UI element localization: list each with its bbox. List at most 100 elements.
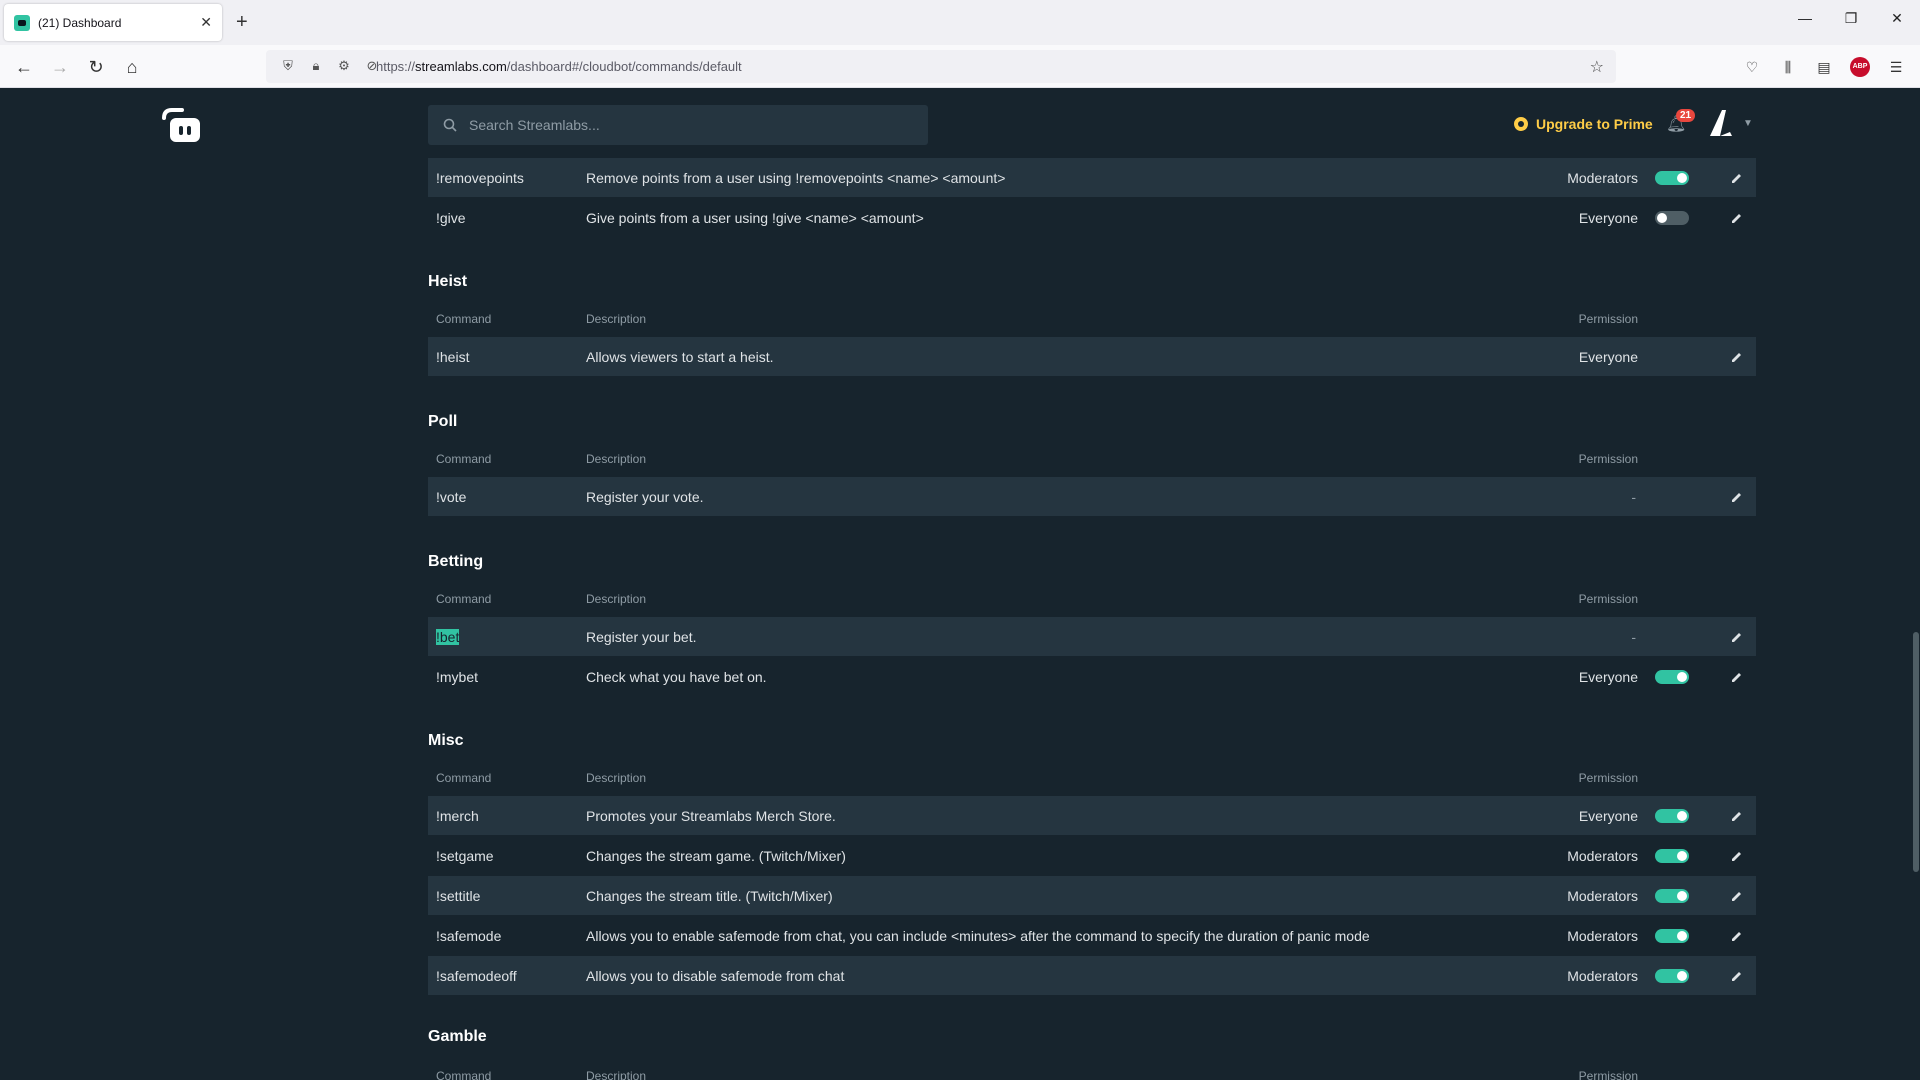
table-header: Command Description Permission (428, 1069, 1756, 1080)
edit-pencil-icon[interactable] (1730, 171, 1744, 185)
browser-nav-bar: ← → ↻ ⌂ ⛨ 🔒︎ ⚙ ⊘ https://streamlabs.com /… (0, 45, 1920, 88)
url-path: /dashboard#/cloudbot/commands/default (506, 59, 742, 74)
library-icon[interactable]: ⫼ (1778, 57, 1798, 77)
menu-icon[interactable]: ☰ (1886, 57, 1906, 77)
avatar[interactable] (1706, 106, 1736, 140)
streamlabs-page: Upgrade to Prime 🔔︎ 21 ▼ !removepoints R… (0, 88, 1920, 1080)
command-name: !safemode (436, 927, 502, 944)
command-permission: Everyone (1578, 807, 1638, 824)
command-description: Check what you have bet on. (586, 668, 767, 685)
lock-icon[interactable]: 🔒︎ (308, 58, 324, 74)
column-header-permission: Permission (1578, 452, 1638, 466)
table-header: Command Description Permission (428, 452, 1756, 472)
url-bar[interactable]: ⛨ 🔒︎ ⚙ ⊘ https://streamlabs.com/dashboar… (266, 50, 1616, 83)
column-header-description: Description (586, 592, 647, 606)
permissions-icon[interactable]: ⚙ (336, 58, 352, 74)
section-title-heist: Heist (428, 273, 468, 290)
shield-icon[interactable]: ⛨ (280, 58, 296, 74)
page-scrollbar[interactable] (1912, 88, 1920, 1080)
adblock-icon[interactable]: ABP (1850, 57, 1870, 77)
command-name: !heist (436, 348, 470, 365)
close-tab-icon[interactable]: ✕ (200, 14, 212, 31)
home-icon[interactable]: ⌂ (120, 55, 144, 79)
upgrade-to-prime-button[interactable]: Upgrade to Prime (1514, 116, 1653, 132)
url-host: streamlabs.com (415, 59, 507, 74)
command-name: !safemodeoff (436, 967, 517, 984)
command-enabled-toggle[interactable] (1655, 210, 1689, 225)
sidebar-icon[interactable]: ▤ (1814, 57, 1834, 77)
table-row: !give Give points from a user using !giv… (428, 198, 1756, 237)
tab-title: (21) Dashboard (38, 15, 122, 30)
edit-pencil-icon[interactable] (1730, 211, 1744, 225)
browser-tab-bar: (21) Dashboard ✕ + — ❐ ✕ (0, 0, 1920, 45)
command-name: !settitle (436, 887, 481, 904)
section-title-poll: Poll (428, 413, 458, 430)
command-enabled-toggle[interactable] (1655, 888, 1689, 903)
table-row: !settitle Changes the stream title. (Twi… (428, 876, 1756, 915)
table-row: !bet Register your bet. - (428, 617, 1756, 656)
browser-tab[interactable]: (21) Dashboard ✕ (4, 4, 222, 41)
scrollbar-thumb[interactable] (1913, 632, 1919, 872)
prime-icon (1514, 117, 1528, 131)
edit-pencil-icon[interactable] (1730, 490, 1744, 504)
command-enabled-toggle[interactable] (1655, 808, 1689, 823)
column-header-description: Description (586, 1069, 647, 1080)
pocket-icon[interactable]: ♡ (1742, 57, 1762, 77)
forward-icon[interactable]: → (48, 55, 72, 79)
table-row: !merch Promotes your Streamlabs Merch St… (428, 796, 1756, 835)
edit-pencil-icon[interactable] (1730, 889, 1744, 903)
command-description: Changes the stream title. (Twitch/Mixer) (586, 887, 833, 904)
back-icon[interactable]: ← (12, 55, 36, 79)
edit-pencil-icon[interactable] (1730, 809, 1744, 823)
command-name: !removepoints (436, 169, 524, 186)
table-header: Command Description Permission (428, 312, 1756, 332)
reload-icon[interactable]: ↻ (84, 55, 108, 79)
column-header-command: Command (436, 1069, 492, 1080)
command-description: Allows you to enable safemode from chat,… (586, 927, 1370, 944)
edit-pencil-icon[interactable] (1730, 929, 1744, 943)
edit-pencil-icon[interactable] (1730, 350, 1744, 364)
edit-pencil-icon[interactable] (1730, 630, 1744, 644)
command-name: !setgame (436, 847, 494, 864)
command-permission: Moderators (1567, 887, 1638, 904)
command-enabled-toggle[interactable] (1655, 968, 1689, 983)
table-row: !removepoints Remove points from a user … (428, 158, 1756, 197)
command-permission: Moderators (1567, 847, 1638, 864)
bookmark-star-icon[interactable]: ☆ (1590, 57, 1604, 77)
command-permission: Everyone (1578, 348, 1638, 365)
upgrade-label: Upgrade to Prime (1536, 116, 1653, 132)
new-tab-icon[interactable]: + (236, 10, 248, 34)
edit-pencil-icon[interactable] (1730, 969, 1744, 983)
table-row: !vote Register your vote. - (428, 477, 1756, 516)
minimize-icon[interactable]: — (1790, 10, 1820, 26)
column-header-permission: Permission (1578, 1069, 1638, 1080)
table-row: !setgame Changes the stream game. (Twitc… (428, 836, 1756, 875)
command-permission: Moderators (1567, 169, 1638, 186)
command-permission: Moderators (1567, 927, 1638, 944)
table-row: !heist Allows viewers to start a heist. … (428, 337, 1756, 376)
column-header-command: Command (436, 771, 492, 785)
column-header-command: Command (436, 592, 492, 606)
command-permission: Everyone (1578, 668, 1638, 685)
edit-pencil-icon[interactable] (1730, 670, 1744, 684)
streamlabs-logo-icon[interactable] (160, 106, 204, 144)
section-title-gamble: Gamble (428, 1028, 487, 1045)
command-description: Register your bet. (586, 628, 697, 645)
command-enabled-toggle[interactable] (1655, 669, 1689, 684)
command-enabled-toggle[interactable] (1655, 928, 1689, 943)
command-permission: - (1631, 488, 1636, 505)
column-header-permission: Permission (1578, 312, 1638, 326)
command-description: Promotes your Streamlabs Merch Store. (586, 807, 836, 824)
command-name: !give (436, 209, 466, 226)
command-enabled-toggle[interactable] (1655, 848, 1689, 863)
command-enabled-toggle[interactable] (1655, 170, 1689, 185)
restore-icon[interactable]: ❐ (1836, 10, 1866, 27)
section-title-betting: Betting (428, 553, 484, 570)
tracking-blocked-icon[interactable]: ⊘ (364, 58, 380, 74)
edit-pencil-icon[interactable] (1730, 849, 1744, 863)
close-window-icon[interactable]: ✕ (1882, 10, 1912, 27)
search-input[interactable] (469, 117, 909, 133)
command-name: !bet (436, 628, 460, 645)
column-header-permission: Permission (1578, 592, 1638, 606)
chevron-down-icon[interactable]: ▼ (1743, 118, 1753, 129)
